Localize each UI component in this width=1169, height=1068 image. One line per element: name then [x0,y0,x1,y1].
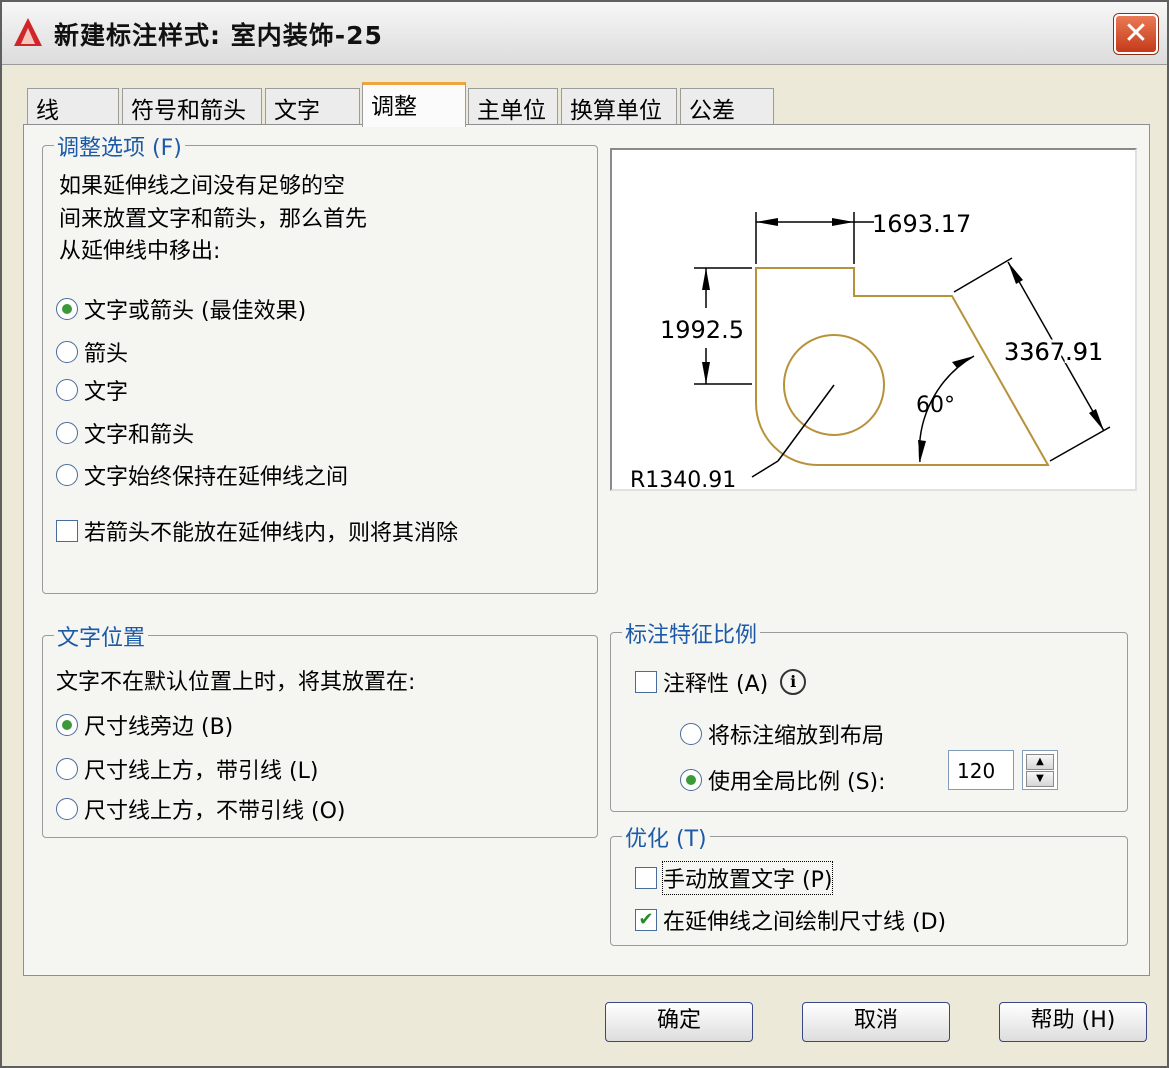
preview-drawing: 1693.17 1992.5 3367.91 3367.91 60° R1340… [630,210,1111,493]
radio-label: 使用全局比例 (S): [708,770,886,795]
radius-label: R1340.91 [630,468,736,489]
ok-button[interactable]: 确定 [605,1002,753,1042]
radio-button[interactable] [680,769,702,791]
radio-label: 尺寸线上方，不带引线 (O) [84,799,346,824]
radio-arrows[interactable]: 箭头 [56,336,128,368]
radio-label: 文字 [84,380,129,405]
tab-label: 符号和箭头 [131,98,246,124]
fit-description-line2: 间来放置文字和箭头，那么首先 [59,207,368,232]
checkbox-label: 在延伸线之间绘制尺寸线 (D) [663,910,947,935]
fit-description-line3: 从延伸线中移出: [59,239,221,264]
radio-label: 尺寸线旁边 (B) [84,715,234,740]
tab-lines[interactable]: 线 [27,88,119,124]
fine-tuning-legend: 优化 (T) [622,821,710,853]
radio-text-or-arrows[interactable]: 文字或箭头 (最佳效果) [56,293,306,325]
spin-up-icon[interactable]: ▲ [1026,754,1054,770]
radio-label: 文字始终保持在延伸线之间 [84,465,349,490]
tab-label: 调整 [371,94,417,120]
radio-scale-to-layout[interactable]: 将标注缩放到布局 [680,718,884,750]
radio-button[interactable] [56,379,78,401]
radio-text[interactable]: 文字 [56,374,128,406]
spin-down-icon[interactable]: ▼ [1026,771,1054,787]
checkbox[interactable]: ✔ [635,909,657,931]
angle-label: 60° [916,393,955,418]
radio-text-and-arrows[interactable]: 文字和箭头 [56,417,194,449]
tab-alternate-units[interactable]: 换算单位 [561,88,677,124]
radio-button[interactable] [56,758,78,780]
overall-scale-input[interactable]: 120 [948,750,1014,790]
radio-over-with-leader[interactable]: 尺寸线上方，带引线 (L) [56,753,318,785]
fit-description-line1: 如果延伸线之间没有足够的空 [59,174,346,199]
part-outline [755,267,1050,466]
tab-label: 公差 [689,98,735,124]
radio-dot [686,775,696,785]
help-button[interactable]: 帮助 (H) [999,1002,1147,1042]
checkbox-label: 若箭头不能放在延伸线内，则将其消除 [84,521,459,546]
checkmark-icon: ✔ [638,909,654,930]
checkbox[interactable] [56,520,78,542]
info-icon[interactable]: i [780,669,807,695]
close-button[interactable]: ✕ [1114,14,1158,54]
radio-over-without-leader[interactable]: 尺寸线上方，不带引线 (O) [56,793,345,825]
checkbox-suppress-arrows[interactable]: 若箭头不能放在延伸线内，则将其消除 [56,515,458,547]
checkbox-annotative[interactable]: 注释性 (A) i [635,666,807,698]
title-bar[interactable]: 新建标注样式: 室内装饰-25 ✕ [2,2,1167,65]
radio-label: 文字和箭头 [84,423,195,448]
dim-top-label: 1693.17 [872,210,971,238]
window-title: 新建标注样式: 室内装饰-25 [54,21,383,50]
scale-legend: 标注特征比例 [622,617,761,649]
tab-primary-units[interactable]: 主单位 [468,88,558,124]
radio-button[interactable] [56,798,78,820]
text-placement-legend: 文字位置 [54,620,149,652]
radio-label: 尺寸线上方，带引线 (L) [84,759,319,784]
radio-button[interactable] [56,714,78,736]
checkbox[interactable] [635,671,657,693]
tab-symbols-arrows[interactable]: 符号和箭头 [122,88,262,124]
checkbox[interactable] [635,867,657,889]
checkbox-label: 手动放置文字 (P) [661,861,834,895]
radio-button[interactable] [56,464,78,486]
tab-text[interactable]: 文字 [265,88,360,124]
tab-label: 主单位 [477,98,546,124]
dim-slant-label-fg: 3367.91 [1004,338,1103,366]
radio-use-overall-scale[interactable]: 使用全局比例 (S): [680,764,886,796]
close-icon: ✕ [1123,16,1149,51]
fit-options-legend: 调整选项 (F) [54,130,185,162]
dialog-window: 新建标注样式: 室内装饰-25 ✕ 线 符号和箭头 文字 调整 主单位 换算单位… [0,0,1169,1068]
tab-label: 换算单位 [570,98,662,124]
checkbox-place-text-manually[interactable]: 手动放置文字 (P) [635,861,834,895]
radio-button[interactable] [56,341,78,363]
tab-tolerances[interactable]: 公差 [680,88,774,124]
radio-label: 箭头 [84,342,129,367]
radio-beside-dim-line[interactable]: 尺寸线旁边 (B) [56,709,233,741]
checkbox-draw-dim-line-between[interactable]: ✔ 在延伸线之间绘制尺寸线 (D) [635,904,946,936]
radio-label: 将标注缩放到布局 [708,724,885,749]
radio-keep-text-between[interactable]: 文字始终保持在延伸线之间 [56,459,348,491]
radio-button[interactable] [56,298,78,320]
tab-label: 文字 [274,98,320,124]
text-placement-description: 文字不在默认位置上时，将其放置在: [56,670,416,695]
dimension-preview: 1693.17 1992.5 3367.91 3367.91 60° R1340… [610,148,1137,493]
checkbox-label: 注释性 (A) [663,672,769,697]
cancel-button[interactable]: 取消 [802,1002,950,1042]
autocad-logo-icon [14,18,42,46]
tab-label: 线 [36,98,59,124]
radio-button[interactable] [680,723,702,745]
radio-button[interactable] [56,422,78,444]
dim-left-label: 1992.5 [660,316,744,344]
tab-fit[interactable]: 调整 [362,82,466,127]
radio-label: 文字或箭头 (最佳效果) [84,299,307,324]
radio-dot [62,304,72,314]
overall-scale-spinner[interactable]: ▲ ▼ [1022,750,1058,790]
radio-dot [62,720,72,730]
